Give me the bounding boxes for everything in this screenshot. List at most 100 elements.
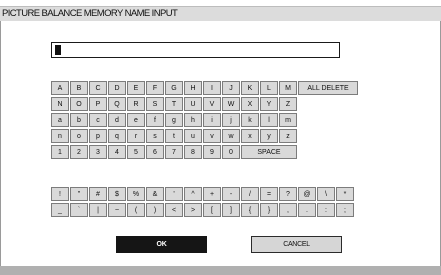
symbol-key-15a[interactable]: * [336, 187, 354, 201]
key-0-6[interactable]: G [165, 81, 183, 95]
key-2-0[interactable]: a [51, 113, 69, 127]
key-0-8[interactable]: I [203, 81, 221, 95]
symbol-key-0a[interactable]: ! [51, 187, 69, 201]
key-3-7[interactable]: u [184, 129, 202, 143]
key-2-11[interactable]: l [260, 113, 278, 127]
key-3-3[interactable]: q [108, 129, 126, 143]
symbol-key-10b[interactable]: { [241, 203, 259, 217]
symbol-key-2a[interactable]: # [89, 187, 107, 201]
key-2-8[interactable]: i [203, 113, 221, 127]
symbol-key-12b[interactable]: , [279, 203, 297, 217]
symbol-key-4b[interactable]: ( [127, 203, 145, 217]
key-0-7[interactable]: H [184, 81, 202, 95]
key-3-8[interactable]: v [203, 129, 221, 143]
symbol-key-8b[interactable]: [ [203, 203, 221, 217]
key-1-8[interactable]: V [203, 97, 221, 111]
key-0-12[interactable]: M [279, 81, 297, 95]
key-3-12[interactable]: z [279, 129, 297, 143]
key-3-4[interactable]: r [127, 129, 145, 143]
key-2-4[interactable]: e [127, 113, 145, 127]
key-0-1[interactable]: B [70, 81, 88, 95]
key-3-6[interactable]: t [165, 129, 183, 143]
key-3-0[interactable]: n [51, 129, 69, 143]
symbol-key-12a[interactable]: ? [279, 187, 297, 201]
key-0-9[interactable]: J [222, 81, 240, 95]
symbol-key-15b[interactable]: ; [336, 203, 354, 217]
key-0-2[interactable]: C [89, 81, 107, 95]
symbol-key-14a[interactable]: \ [317, 187, 335, 201]
all-delete-button[interactable]: ALL DELETE [298, 81, 358, 95]
key-3-10[interactable]: x [241, 129, 259, 143]
symbol-key-13a[interactable]: @ [298, 187, 316, 201]
symbol-key-5b[interactable]: ) [146, 203, 164, 217]
symbol-key-10a[interactable]: / [241, 187, 259, 201]
key-2-6[interactable]: g [165, 113, 183, 127]
symbol-key-13b[interactable]: . [298, 203, 316, 217]
key-1-0[interactable]: N [51, 97, 69, 111]
symbol-key-8a[interactable]: + [203, 187, 221, 201]
key-4-8[interactable]: 9 [203, 145, 221, 159]
symbol-key-4a[interactable]: % [127, 187, 145, 201]
symbol-key-7b[interactable]: > [184, 203, 202, 217]
key-3-2[interactable]: p [89, 129, 107, 143]
symbol-key-2b[interactable]: | [89, 203, 107, 217]
key-2-9[interactable]: j [222, 113, 240, 127]
key-2-10[interactable]: k [241, 113, 259, 127]
key-2-12[interactable]: m [279, 113, 297, 127]
key-3-11[interactable]: y [260, 129, 278, 143]
title-bar: PICTURE BALANCE MEMORY NAME INPUT [0, 6, 441, 22]
symbol-key-6b[interactable]: < [165, 203, 183, 217]
space-button[interactable]: SPACE [241, 145, 297, 159]
key-4-0[interactable]: 1 [51, 145, 69, 159]
symbol-key-5a[interactable]: & [146, 187, 164, 201]
key-4-6[interactable]: 7 [165, 145, 183, 159]
cancel-button[interactable]: CANCEL [251, 236, 342, 253]
key-4-5[interactable]: 6 [146, 145, 164, 159]
key-1-2[interactable]: P [89, 97, 107, 111]
symbol-key-0b[interactable]: _ [51, 203, 69, 217]
key-2-3[interactable]: d [108, 113, 126, 127]
key-3-5[interactable]: s [146, 129, 164, 143]
key-1-4[interactable]: R [127, 97, 145, 111]
key-1-1[interactable]: O [70, 97, 88, 111]
key-3-9[interactable]: w [222, 129, 240, 143]
key-2-2[interactable]: c [89, 113, 107, 127]
key-4-9[interactable]: 0 [222, 145, 240, 159]
key-1-9[interactable]: W [222, 97, 240, 111]
key-4-2[interactable]: 3 [89, 145, 107, 159]
key-1-5[interactable]: S [146, 97, 164, 111]
key-0-5[interactable]: F [146, 81, 164, 95]
key-3-1[interactable]: o [70, 129, 88, 143]
key-2-7[interactable]: h [184, 113, 202, 127]
ok-button[interactable]: OK [116, 236, 207, 253]
key-1-3[interactable]: Q [108, 97, 126, 111]
key-0-4[interactable]: E [127, 81, 145, 95]
key-2-1[interactable]: b [70, 113, 88, 127]
key-0-10[interactable]: K [241, 81, 259, 95]
key-1-11[interactable]: Y [260, 97, 278, 111]
symbol-key-6a[interactable]: ' [165, 187, 183, 201]
symbol-key-3a[interactable]: $ [108, 187, 126, 201]
key-4-4[interactable]: 5 [127, 145, 145, 159]
symbol-key-7a[interactable]: ^ [184, 187, 202, 201]
key-1-10[interactable]: X [241, 97, 259, 111]
symbol-key-3b[interactable]: ~ [108, 203, 126, 217]
name-input-field[interactable] [51, 42, 340, 58]
symbol-key-9a[interactable]: - [222, 187, 240, 201]
symbol-key-1a[interactable]: " [70, 187, 88, 201]
key-1-12[interactable]: Z [279, 97, 297, 111]
symbol-key-11a[interactable]: = [260, 187, 278, 201]
key-0-11[interactable]: L [260, 81, 278, 95]
key-1-6[interactable]: T [165, 97, 183, 111]
key-4-1[interactable]: 2 [70, 145, 88, 159]
symbol-key-1b[interactable]: ` [70, 203, 88, 217]
key-0-0[interactable]: A [51, 81, 69, 95]
symbol-key-11b[interactable]: } [260, 203, 278, 217]
key-1-7[interactable]: U [184, 97, 202, 111]
key-4-3[interactable]: 4 [108, 145, 126, 159]
key-0-3[interactable]: D [108, 81, 126, 95]
key-4-7[interactable]: 8 [184, 145, 202, 159]
key-2-5[interactable]: f [146, 113, 164, 127]
symbol-key-9b[interactable]: ] [222, 203, 240, 217]
symbol-key-14b[interactable]: : [317, 203, 335, 217]
